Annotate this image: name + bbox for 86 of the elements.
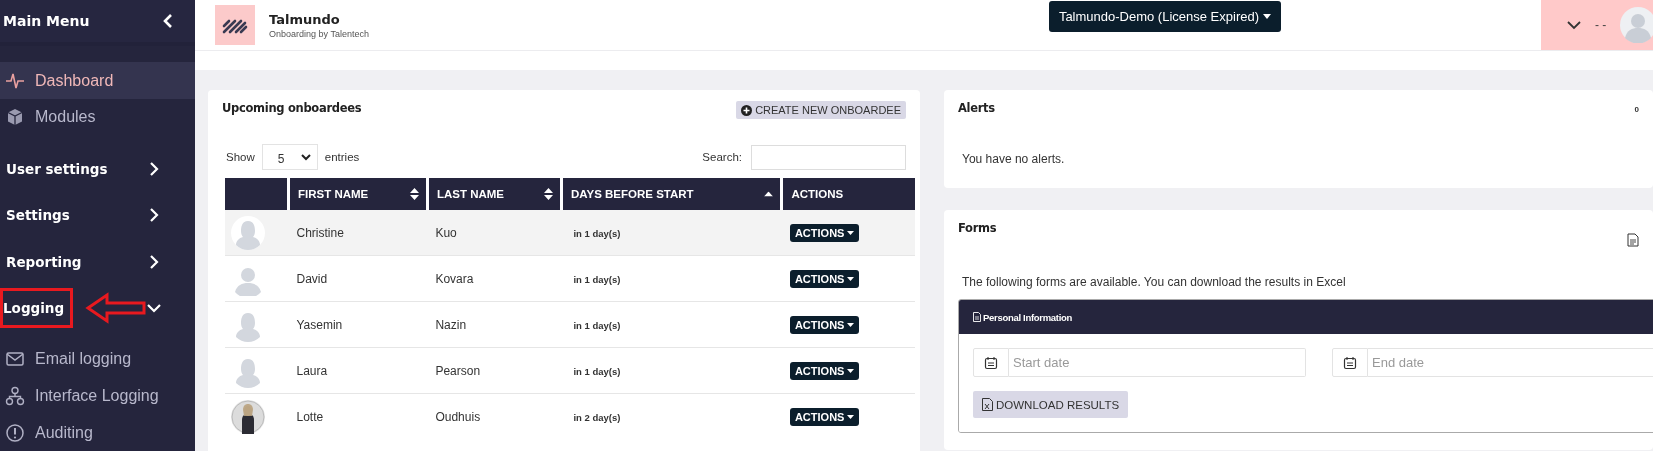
account-dropdown[interactable]: Talmundo-Demo (License Expired) (1048, 0, 1282, 32)
calendar-icon (984, 355, 998, 370)
table-cell: Kuo (435, 225, 457, 240)
table-cell: Oudhuis (435, 409, 481, 424)
table-row[interactable]: Yasemin Nazin in 1 day(s) ACTIONS (225, 301, 915, 348)
chevron-left-icon (163, 14, 173, 29)
caret-icon (847, 276, 855, 281)
actions-button[interactable]: ACTIONS (789, 407, 860, 426)
alert-count: 0 (1634, 105, 1639, 114)
table-row[interactable]: Lotte Oudhuis in 2 day(s) ACTIONS (225, 393, 915, 439)
table-cell: in 1 day(s) (573, 365, 621, 377)
brand-tagline: Onboarding by Talentech (269, 28, 369, 39)
date-field[interactable]: End date (1368, 348, 1653, 377)
actions-button[interactable]: ACTIONS (789, 269, 860, 288)
sidebar-item[interactable]: Interface Logging (0, 377, 195, 415)
table-cell: Yasemin (296, 317, 343, 332)
cube-icon (5, 107, 25, 128)
network-icon (5, 386, 25, 406)
actions-button[interactable]: ACTIONS (789, 361, 860, 380)
search-field[interactable] (751, 144, 906, 170)
plus-circle-icon (741, 104, 753, 116)
sort-icon (409, 188, 419, 200)
card-title: Upcoming onboardees (222, 101, 362, 115)
table-row[interactable]: Laura Pearson in 1 day(s) ACTIONS (225, 347, 915, 394)
table-row[interactable]: David Kovara in 1 day(s) ACTIONS (225, 255, 915, 302)
caret-icon (847, 322, 855, 327)
sidebar-section[interactable]: Logging (0, 287, 74, 328)
column-header (225, 178, 289, 210)
user-menu[interactable]: - - (1541, 0, 1653, 50)
card-title: Alerts (958, 101, 995, 115)
date-field[interactable]: Start date (1009, 348, 1306, 377)
form-title: Personal Information (973, 311, 1072, 323)
caret-icon (1263, 13, 1272, 19)
table-cell: Laura (296, 363, 328, 378)
sidebar-section[interactable]: Settings (0, 192, 76, 239)
column-header[interactable]: LAST NAME (427, 178, 562, 210)
menu-title: Main Menu (3, 13, 91, 30)
card-title: Forms (958, 221, 997, 235)
spreadsheet-file-icon (982, 398, 993, 411)
sidebar-item[interactable]: Dashboard (0, 62, 195, 100)
column-header: ACTIONS (781, 178, 915, 210)
sidebar-section[interactable]: User settings (0, 145, 114, 192)
table-cell: Lotte (296, 409, 324, 424)
avatar-icon (1620, 7, 1653, 43)
column-header[interactable]: FIRST NAME (288, 178, 428, 210)
table-cell: in 2 day(s) (573, 411, 621, 423)
alert-circle-icon (5, 422, 25, 443)
document-icon (1627, 233, 1639, 247)
sort-ascending-icon (764, 191, 774, 197)
document-icon (973, 312, 981, 322)
brand-name: Talmundo (269, 11, 341, 27)
alerts-message: You have no alerts. (961, 152, 1066, 166)
avatar-icon (231, 215, 265, 250)
actions-button[interactable]: ACTIONS (789, 223, 860, 242)
annotation-arrow-icon (85, 291, 148, 324)
caret-icon (847, 414, 855, 419)
calendar-icon (1343, 355, 1357, 370)
table-row[interactable]: Christine Kuo in 1 day(s) ACTIONS (225, 210, 915, 256)
sidebar-section[interactable]: Reporting (0, 238, 88, 285)
caret-icon (847, 230, 855, 235)
sidebar-item[interactable]: Auditing (0, 414, 195, 451)
table-cell: Kovara (435, 271, 474, 286)
profile-picture-icon (231, 399, 265, 434)
table-cell: Christine (296, 225, 344, 240)
table-cell: in 1 day(s) (573, 227, 621, 239)
chevron-down-icon (1567, 20, 1581, 30)
table-cell: David (296, 271, 328, 286)
table-cell: in 1 day(s) (573, 273, 621, 285)
sidebar-item[interactable]: Modules (0, 99, 195, 136)
caret-icon (847, 368, 855, 373)
user-name: - - (1595, 18, 1607, 32)
entries-label: entries (324, 151, 360, 163)
search-label: Search: (702, 151, 742, 163)
download-button[interactable]: DOWNLOAD RESULTS (973, 391, 1129, 418)
create-button[interactable]: CREATE NEW ONBOARDEE (736, 101, 906, 119)
column-header[interactable]: DAYS BEFORE START (561, 178, 782, 210)
table-cell: Nazin (435, 317, 467, 332)
chevron-down-icon (300, 153, 311, 161)
table-cell: Pearson (435, 363, 481, 378)
entries-select[interactable]: 5 (261, 144, 318, 170)
sort-icon (543, 188, 553, 200)
table-cell: in 1 day(s) (573, 319, 621, 331)
actions-button[interactable]: ACTIONS (789, 315, 860, 334)
sidebar-item[interactable]: Email logging (0, 341, 195, 378)
forms-intro: The following forms are available. You can download the results in Excel (961, 275, 1347, 289)
show-label: Show (226, 151, 255, 163)
